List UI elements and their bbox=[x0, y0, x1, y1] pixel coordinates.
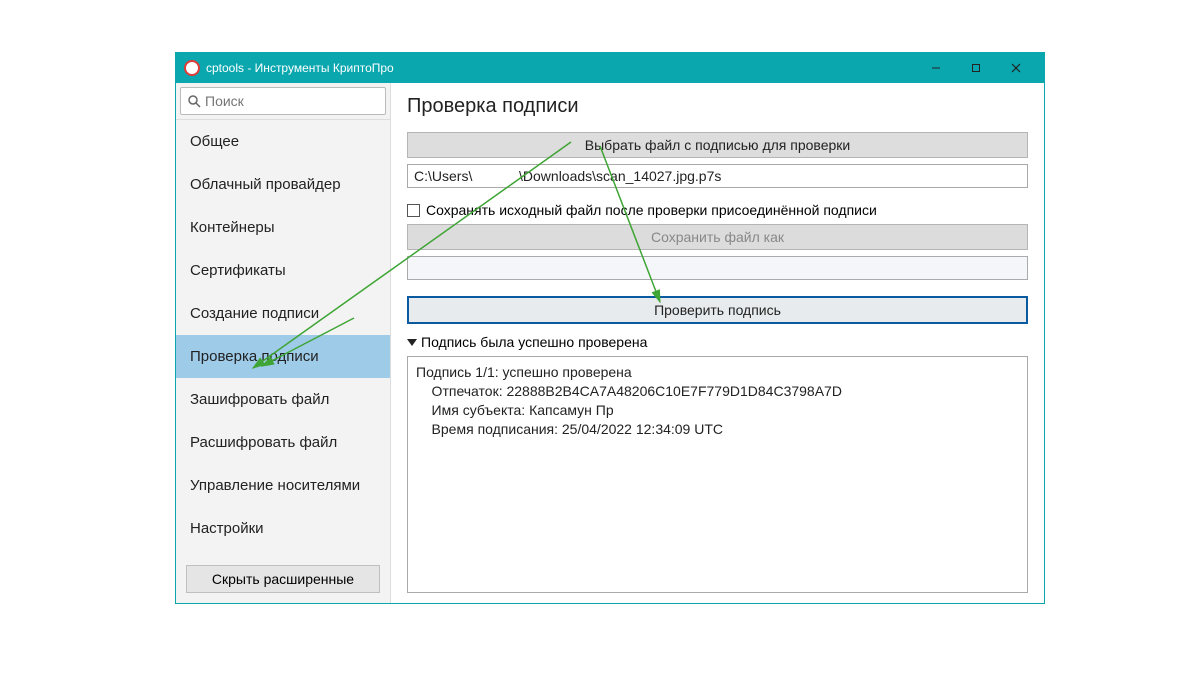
hide-extended-button[interactable]: Скрыть расширенные bbox=[186, 565, 380, 593]
page-title: Проверка подписи bbox=[407, 95, 1028, 118]
sidebar-item-decrypt-file[interactable]: Расшифровать файл bbox=[176, 421, 390, 464]
file-path-input[interactable] bbox=[407, 164, 1028, 188]
save-as-path-input bbox=[407, 256, 1028, 280]
search-input[interactable] bbox=[205, 93, 386, 109]
app-icon bbox=[184, 60, 200, 76]
choose-file-button[interactable]: Выбрать файл с подписью для проверки bbox=[407, 132, 1028, 158]
status-summary-text: Подпись была успешно проверена bbox=[421, 334, 647, 350]
sidebar-item-manage-media[interactable]: Управление носителями bbox=[176, 464, 390, 507]
nav-list: Общее Облачный провайдер Контейнеры Серт… bbox=[176, 120, 390, 559]
save-as-button: Сохранить файл как bbox=[407, 224, 1028, 250]
minimize-icon bbox=[931, 63, 941, 73]
sidebar-item-settings[interactable]: Настройки bbox=[176, 507, 390, 550]
titlebar: cptools - Инструменты КриптоПро bbox=[176, 53, 1044, 83]
checkbox-icon[interactable] bbox=[407, 204, 420, 217]
maximize-icon bbox=[971, 63, 981, 73]
chevron-down-icon bbox=[407, 339, 417, 346]
save-original-label: Сохранять исходный файл после проверки п… bbox=[426, 202, 877, 218]
verify-button[interactable]: Проверить подпись bbox=[407, 296, 1028, 324]
result-text-area[interactable]: Подпись 1/1: успешно проверена Отпечаток… bbox=[407, 356, 1028, 593]
sidebar-item-verify-signature[interactable]: Проверка подписи bbox=[176, 335, 390, 378]
window-title: cptools - Инструменты КриптоПро bbox=[206, 61, 394, 75]
minimize-button[interactable] bbox=[916, 53, 956, 83]
close-icon bbox=[1011, 63, 1021, 73]
sidebar-item-certificates[interactable]: Сертификаты bbox=[176, 249, 390, 292]
close-button[interactable] bbox=[996, 53, 1036, 83]
search-box[interactable] bbox=[180, 87, 386, 115]
save-original-checkbox-row[interactable]: Сохранять исходный файл после проверки п… bbox=[407, 202, 1028, 218]
sidebar-item-encrypt-file[interactable]: Зашифровать файл bbox=[176, 378, 390, 421]
content-pane: Проверка подписи Выбрать файл с подписью… bbox=[391, 83, 1044, 603]
status-summary-row[interactable]: Подпись была успешно проверена bbox=[407, 334, 1028, 350]
sidebar-item-general[interactable]: Общее bbox=[176, 120, 390, 163]
sidebar-item-cloud-provider[interactable]: Облачный провайдер bbox=[176, 163, 390, 206]
app-window: cptools - Инструменты КриптоПро Общее bbox=[175, 52, 1045, 604]
sidebar: Общее Облачный провайдер Контейнеры Серт… bbox=[176, 83, 391, 603]
sidebar-item-create-signature[interactable]: Создание подписи bbox=[176, 292, 390, 335]
sidebar-item-containers[interactable]: Контейнеры bbox=[176, 206, 390, 249]
search-icon bbox=[187, 94, 201, 108]
maximize-button[interactable] bbox=[956, 53, 996, 83]
